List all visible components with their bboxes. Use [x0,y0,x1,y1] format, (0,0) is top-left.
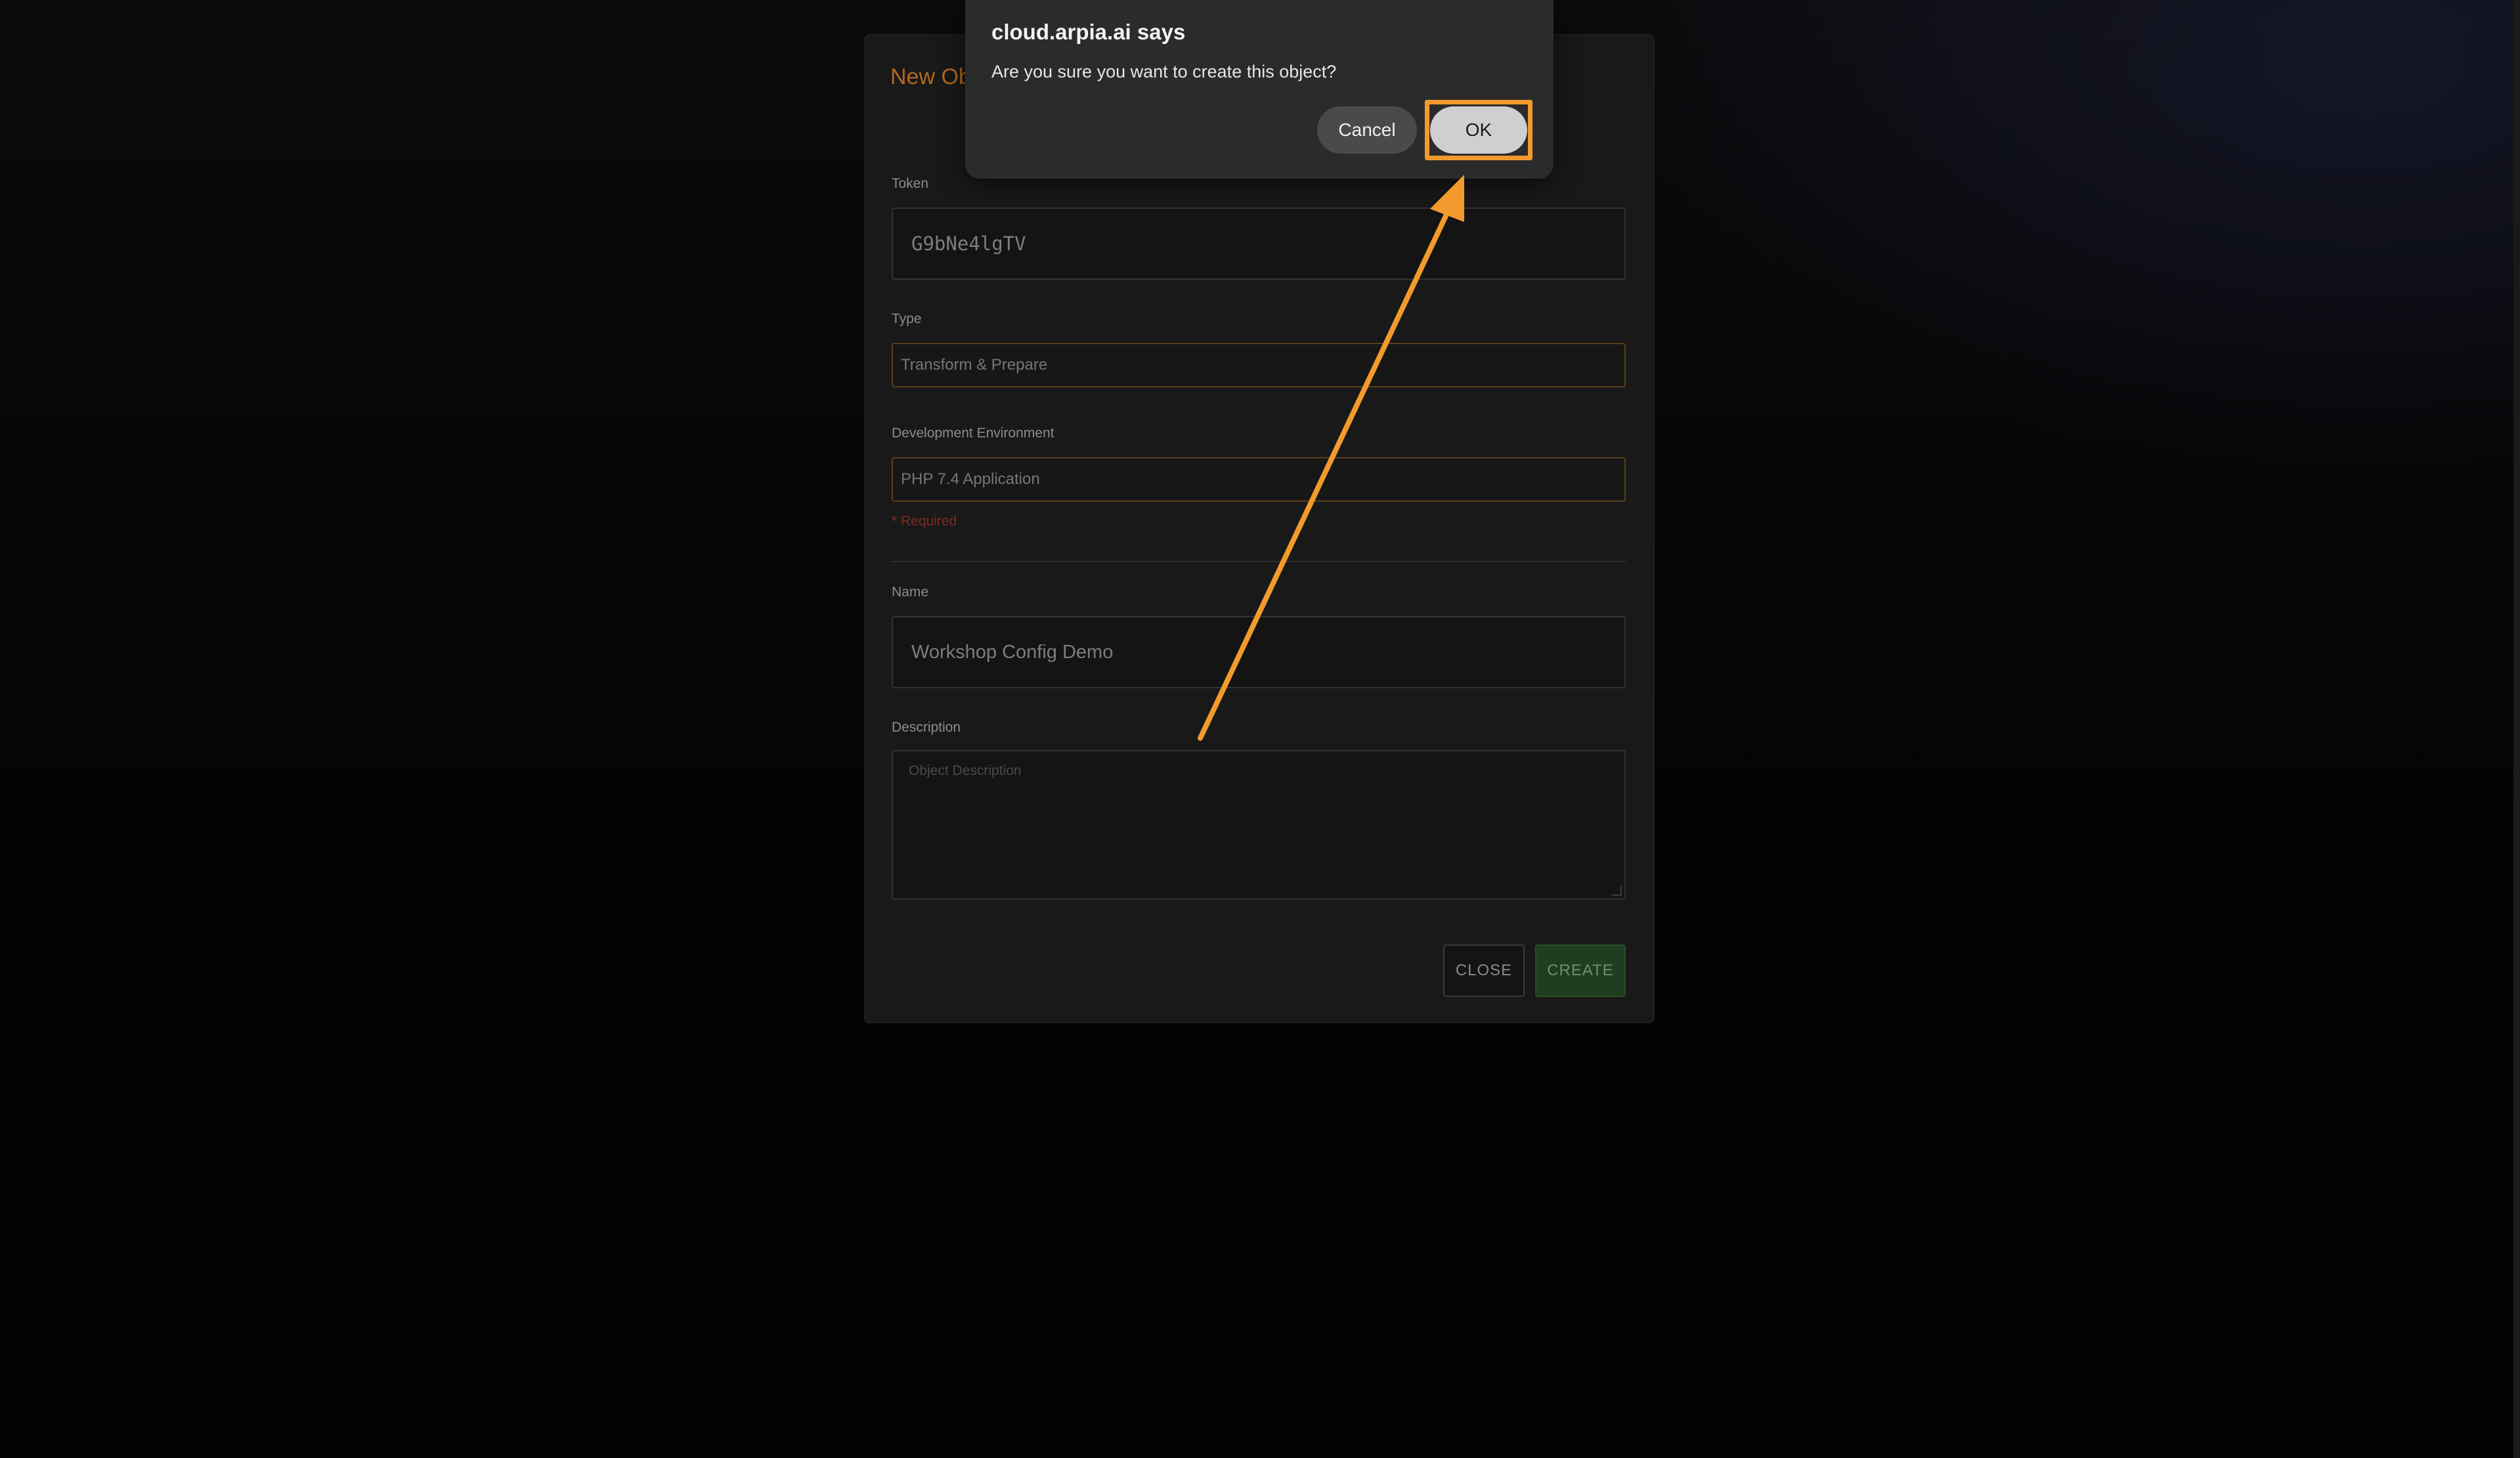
token-label: Token [892,176,929,191]
create-button[interactable]: CREATE [1535,944,1626,997]
description-placeholder: Object Description [909,763,1022,778]
close-button[interactable]: CLOSE [1443,944,1525,997]
resize-handle-icon[interactable] [1611,885,1622,896]
description-label: Description [892,720,961,735]
window-edge [2513,0,2520,1458]
confirm-dialog: cloud.arpia.ai says Are you sure you wan… [965,0,1553,179]
required-note: * Required [892,514,957,529]
dialog-cancel-button[interactable]: Cancel [1317,106,1417,154]
dialog-title: cloud.arpia.ai says [991,20,1186,44]
dialog-ok-button[interactable]: OK [1430,106,1527,154]
divider [892,561,1626,562]
name-field[interactable]: Workshop Config Demo [892,616,1626,688]
type-label: Type [892,311,922,326]
dialog-message: Are you sure you want to create this obj… [991,62,1337,81]
environment-label: Development Environment [892,426,1054,441]
new-object-modal: New Object Token G9bNe4lgTV Type Transfo… [865,35,1653,1022]
description-textarea[interactable]: Object Description [892,750,1626,900]
token-field[interactable]: G9bNe4lgTV [892,208,1626,280]
environment-select[interactable]: PHP 7.4 Application [892,457,1626,502]
type-select[interactable]: Transform & Prepare [892,343,1626,387]
name-label: Name [892,585,929,600]
